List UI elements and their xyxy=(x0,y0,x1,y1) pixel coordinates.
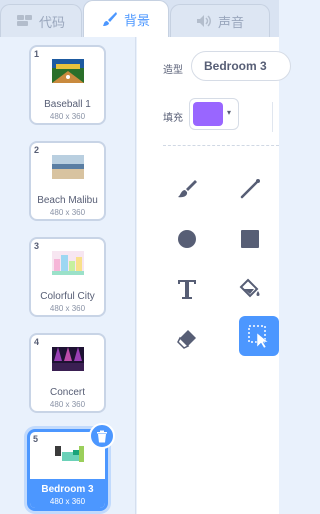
line-tool[interactable] xyxy=(230,169,270,209)
tab-backdrops[interactable]: 背景 xyxy=(83,0,169,37)
backdrop-tile-2[interactable]: 2 Beach Malibu 480 x 360 xyxy=(29,141,106,221)
costume-name-label: 造型 xyxy=(163,65,183,76)
text-tool[interactable] xyxy=(167,269,207,309)
line-icon xyxy=(240,179,260,199)
chevron-down-icon: ▾ xyxy=(227,108,232,117)
concert-thumbnail xyxy=(52,347,84,371)
backdrop-number: 4 xyxy=(34,337,40,347)
speaker-icon xyxy=(196,15,211,27)
beach-thumbnail xyxy=(52,155,84,179)
brush-icon xyxy=(178,180,197,198)
fill-tool[interactable] xyxy=(230,269,270,309)
backdrop-number: 1 xyxy=(34,49,40,59)
tab-bar: 代码 背景 声音 xyxy=(0,0,279,37)
backdrop-number: 5 xyxy=(33,434,39,444)
delete-backdrop-button[interactable] xyxy=(89,423,115,449)
backdrop-name: Colorful City xyxy=(40,291,95,302)
backdrop-name: Baseball 1 xyxy=(44,99,91,110)
tab-code[interactable]: 代码 xyxy=(0,4,82,37)
circle-icon xyxy=(178,230,196,248)
backdrop-tile-3[interactable]: 3 Colorful City 480 x 360 xyxy=(29,237,106,317)
fill-label: 填充 xyxy=(163,113,183,124)
backdrop-size: 480 x 360 xyxy=(49,400,86,409)
tab-sounds[interactable]: 声音 xyxy=(170,4,270,37)
backdrop-size: 480 x 360 xyxy=(49,304,86,313)
backdrop-number: 3 xyxy=(34,241,40,251)
backdrop-tile-1[interactable]: 1 Baseball 1 480 x 360 xyxy=(29,45,106,125)
rectangle-tool[interactable] xyxy=(230,219,270,259)
trash-icon xyxy=(97,430,107,442)
circle-tool[interactable] xyxy=(167,219,207,259)
text-icon xyxy=(178,280,196,299)
eraser-tool[interactable] xyxy=(167,319,207,359)
select-tool[interactable] xyxy=(239,316,279,356)
brush-tool[interactable] xyxy=(167,169,207,209)
select-cursor-icon xyxy=(248,325,269,349)
fill-color-picker[interactable]: ▾ xyxy=(189,98,239,130)
bedroom-thumbnail xyxy=(53,442,85,466)
fill-color-swatch xyxy=(193,102,223,126)
backdrop-tile-4[interactable]: 4 Concert 480 x 360 xyxy=(29,333,106,413)
tab-code-label: 代码 xyxy=(38,14,65,30)
eraser-icon xyxy=(177,330,196,349)
backdrop-size: 480 x 360 xyxy=(49,208,86,217)
costume-name-input[interactable] xyxy=(191,51,291,81)
backdrop-name: Bedroom 3 xyxy=(41,484,94,495)
tab-sounds-label: 声音 xyxy=(217,14,244,30)
backdrop-name: Concert xyxy=(49,387,85,398)
code-icon xyxy=(16,15,32,26)
divider xyxy=(272,102,273,132)
paint-editor: 造型 填充 ▾ xyxy=(137,37,291,514)
backdrop-name: Beach Malibu xyxy=(37,195,98,206)
backdrop-size: 480 x 360 xyxy=(49,497,86,506)
paintbrush-icon xyxy=(102,12,117,26)
backdrop-list: 1 Baseball 1 480 x 360 2 Beach Malibu 48… xyxy=(0,37,136,514)
baseball-thumbnail xyxy=(52,59,84,83)
tab-backdrops-label: 背景 xyxy=(123,12,150,28)
dashed-separator xyxy=(163,145,279,146)
backdrop-number: 2 xyxy=(34,145,40,155)
colorful-city-thumbnail xyxy=(52,251,84,275)
paint-bucket-icon xyxy=(239,278,260,298)
rectangle-icon xyxy=(241,230,259,248)
backdrop-size: 480 x 360 xyxy=(49,112,86,121)
